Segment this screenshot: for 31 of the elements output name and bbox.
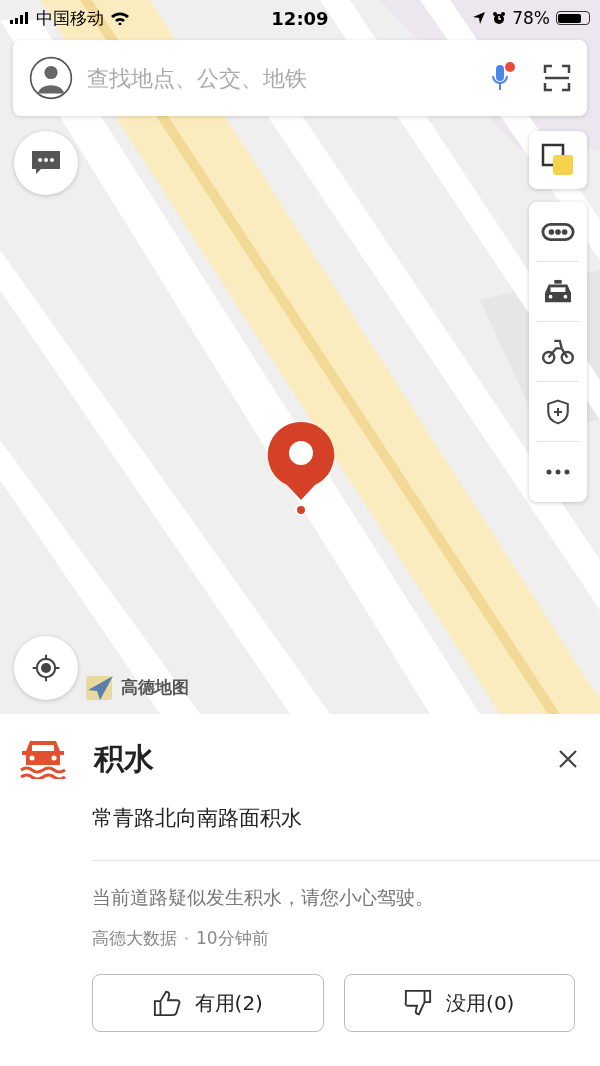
thumbs-up-icon xyxy=(152,989,181,1017)
map-pin-icon xyxy=(266,420,336,516)
avatar-icon[interactable] xyxy=(29,56,73,100)
more-icon xyxy=(546,469,570,475)
status-time: 12:09 xyxy=(271,7,329,29)
alarm-icon xyxy=(492,11,507,25)
layers-icon xyxy=(541,143,575,177)
microphone-icon[interactable] xyxy=(491,64,509,92)
bicycle-icon xyxy=(541,338,575,365)
event-time: 10分钟前 xyxy=(196,927,269,950)
carrier-name: 中国移动 xyxy=(36,6,104,30)
event-location: 常青路北向南路面积水 xyxy=(92,805,303,832)
event-title: 积水 xyxy=(94,739,155,778)
layers-button[interactable] xyxy=(529,131,587,189)
wifi-icon xyxy=(110,11,130,25)
event-description: 当前道路疑似发生积水，请您小心驾驶。 xyxy=(92,885,435,910)
locate-icon xyxy=(31,653,61,683)
location-arrow-icon xyxy=(472,11,487,25)
battery-percent: 78% xyxy=(512,8,550,28)
flooded-car-icon xyxy=(20,739,66,779)
feedback-button[interactable]: 有用(2) xyxy=(92,974,324,1032)
close-icon xyxy=(558,749,578,769)
search-field[interactable]: 查找地点、公交、地铁 xyxy=(85,64,473,92)
event-source: 高德大数据 xyxy=(92,927,177,950)
battery-icon xyxy=(556,11,590,25)
search-bar[interactable]: 查找地点、公交、地铁 xyxy=(13,40,587,116)
map-logo-text: 高德地图 xyxy=(121,675,189,699)
thumbs-down-icon xyxy=(404,989,433,1017)
scan-icon[interactable] xyxy=(543,64,571,92)
signal-icon xyxy=(10,12,30,24)
feedback-button[interactable]: 没用(0) xyxy=(343,974,575,1032)
